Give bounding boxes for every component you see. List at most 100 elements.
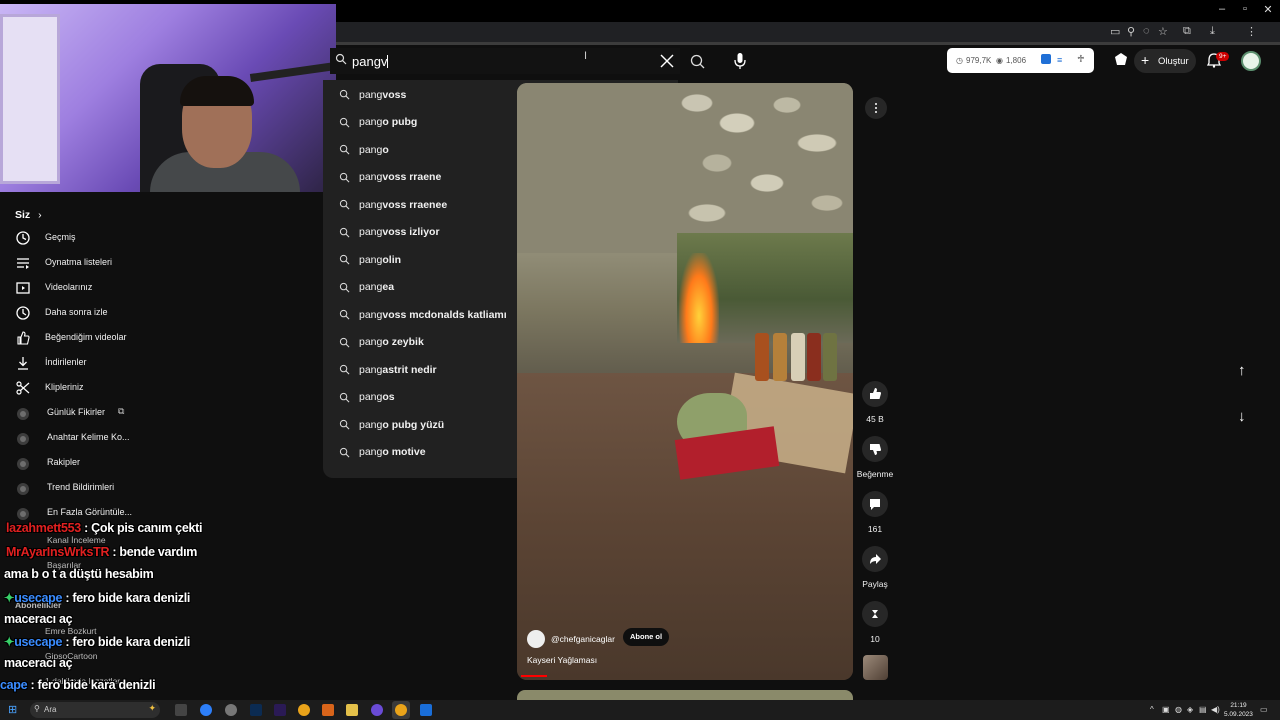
clock-time: 21:19	[1230, 702, 1247, 709]
sidebar-item-playlist[interactable]: Oynatma listeleri	[0, 252, 320, 276]
file-explorer-icon[interactable]	[346, 704, 358, 716]
clock-date: 5.09.2023	[1224, 711, 1253, 718]
steam-icon[interactable]	[420, 704, 432, 716]
taskbar-clock[interactable]: 21:19 5.09.2023	[1224, 701, 1253, 719]
watching-count: 1,806	[1006, 56, 1027, 65]
chrome-icon[interactable]	[298, 704, 310, 716]
video-create-icon[interactable]	[1114, 52, 1128, 66]
realtime-stats-pill[interactable]: ◷ 979,7K ◉ 1,806 ≡ ♱	[947, 48, 1094, 73]
cast-icon[interactable]: ▭	[1110, 25, 1120, 38]
clear-search-icon[interactable]	[658, 52, 676, 70]
tray-shield-icon[interactable]: ◍	[1175, 705, 1182, 714]
sidebar-ext-item[interactable]: Günlük Fikirler ⧉	[0, 402, 320, 426]
eye-icon[interactable]: ◌	[1143, 25, 1150, 37]
tray-nvidia-icon[interactable]: ◈	[1187, 705, 1193, 714]
extension-badge-icon[interactable]	[1041, 54, 1051, 64]
sidebar-section-title: Siz	[15, 209, 31, 221]
search-icon	[339, 117, 350, 127]
app-icon[interactable]	[225, 704, 237, 716]
suggestion-label: pangvoss	[359, 88, 407, 101]
extension-dot-icon	[17, 433, 29, 445]
arrow-down-icon[interactable]: ↓	[1238, 408, 1246, 425]
search-icon	[335, 53, 347, 65]
like-button[interactable]	[862, 381, 888, 407]
sidebar-item-watch-later[interactable]: Daha sonra izle	[0, 302, 320, 326]
sidebar-item-like[interactable]: Beğendiğim videolar	[0, 327, 320, 351]
thumbs-down-icon	[870, 444, 881, 455]
minimize-icon[interactable]: –	[1210, 3, 1234, 15]
more-options-button[interactable]	[865, 97, 887, 119]
browser-menu-icon[interactable]: ⋮	[1246, 25, 1257, 38]
channel-avatar[interactable]	[527, 630, 545, 648]
sidebar-item-clips[interactable]: Klipleriniz	[0, 377, 320, 401]
sidebar-section-you[interactable]: Siz ›	[15, 209, 42, 221]
search-button[interactable]	[688, 52, 708, 72]
ribbon-icon[interactable]: ♱	[1077, 54, 1085, 65]
chat-text: : fero bide kara denizli	[65, 635, 191, 649]
suggestion-label: pango pubg yüzü	[359, 418, 445, 431]
tray-app-icon[interactable]: ▣	[1162, 705, 1170, 714]
zoom-icon[interactable]: ⚲	[1127, 25, 1135, 38]
close-window-icon[interactable]: ✕	[1256, 3, 1280, 16]
sidebar-item-label: Oynatma listeleri	[45, 257, 113, 267]
video-title[interactable]: Kayseri Yağlaması	[527, 655, 597, 665]
video-progress-bar[interactable]	[521, 675, 547, 677]
sidebar-item-your-videos[interactable]: Videolarınız	[0, 277, 320, 301]
suggestion-label: pango motive	[359, 446, 426, 458]
windows-start-icon[interactable]: ⊞	[8, 703, 17, 716]
volume-icon[interactable]: ◀)	[1211, 705, 1220, 714]
discord-icon[interactable]	[371, 704, 383, 716]
sidebar-ext-item[interactable]: Trend Bildirimleri	[0, 477, 320, 501]
chat-text: maceracı aç	[4, 656, 73, 670]
search-icon	[339, 447, 350, 457]
arrow-up-icon[interactable]: ↑	[1238, 362, 1246, 379]
tray-chevron-icon[interactable]: ^	[1150, 705, 1154, 714]
bookmark-star-icon[interactable]: ☆	[1158, 25, 1168, 38]
search-input[interactable]: pangv	[330, 48, 680, 74]
extensions-icon[interactable]: ⧉	[1183, 25, 1191, 38]
sidebar-item-label: Trend Bildirimleri	[47, 482, 115, 492]
eye-stat-icon: ◉	[996, 56, 1003, 65]
list-icon[interactable]: ≡	[1057, 55, 1062, 65]
remix-button[interactable]	[862, 601, 888, 627]
next-video-preview[interactable]	[517, 690, 853, 700]
notification-center-icon[interactable]: ▭	[1260, 705, 1268, 714]
chat-username: usecape	[14, 591, 63, 605]
edge-icon[interactable]	[200, 704, 212, 716]
download-toolbar-icon[interactable]: ⤓	[1210, 25, 1215, 38]
maximize-icon[interactable]: ▫	[1233, 3, 1257, 15]
channel-name[interactable]: @chefganicaglar	[551, 634, 615, 644]
app2-icon[interactable]	[322, 704, 334, 716]
chat-message: ✦usecape : fero bide kara denizli	[4, 634, 190, 649]
network-icon[interactable]: ▤	[1199, 705, 1207, 714]
sidebar-item-history[interactable]: Geçmiş	[0, 227, 320, 251]
account-avatar[interactable]	[1241, 51, 1261, 71]
task-view-icon[interactable]	[175, 704, 187, 716]
shorts-video-player[interactable]: @chefganicaglar Abone ol Kayseri Yağlama…	[517, 83, 853, 680]
dislike-button[interactable]	[862, 436, 888, 462]
sidebar-ext-item[interactable]: Anahtar Kelime Ko...	[0, 427, 320, 451]
chrome-active-icon[interactable]	[395, 704, 407, 716]
like-count: 45 B	[866, 414, 884, 424]
copilot-icon[interactable]: ✦	[148, 703, 156, 714]
subscribe-button[interactable]: Abone ol	[623, 628, 669, 646]
create-button[interactable]: + Oluştur	[1134, 49, 1196, 73]
chat-message: ama b o t a düştü hesabim	[4, 567, 154, 581]
suggestion-label: pango zeybik	[359, 336, 424, 348]
comments-button[interactable]	[862, 491, 888, 517]
sidebar-item-kanal[interactable]: Kanal İnceleme	[47, 535, 106, 545]
sidebar-item-download[interactable]: İndirilenler	[0, 352, 320, 376]
photoshop-icon[interactable]	[250, 704, 262, 716]
premiere-icon[interactable]	[274, 704, 286, 716]
dislike-label: Beğenme	[856, 469, 894, 479]
audio-thumbnail[interactable]	[863, 655, 888, 680]
voice-search-icon[interactable]	[732, 52, 748, 70]
taskbar-search[interactable]: ⚲ Ara ✦	[30, 702, 160, 718]
sidebar-ext-item[interactable]: Rakipler	[0, 452, 320, 476]
share-button[interactable]	[862, 546, 888, 572]
search-icon	[339, 364, 350, 375]
suggestion-label: pango	[359, 143, 389, 156]
taskbar-search-icon: ⚲	[34, 704, 40, 713]
search-icon	[339, 144, 350, 155]
text-cursor-icon: I	[584, 50, 588, 62]
